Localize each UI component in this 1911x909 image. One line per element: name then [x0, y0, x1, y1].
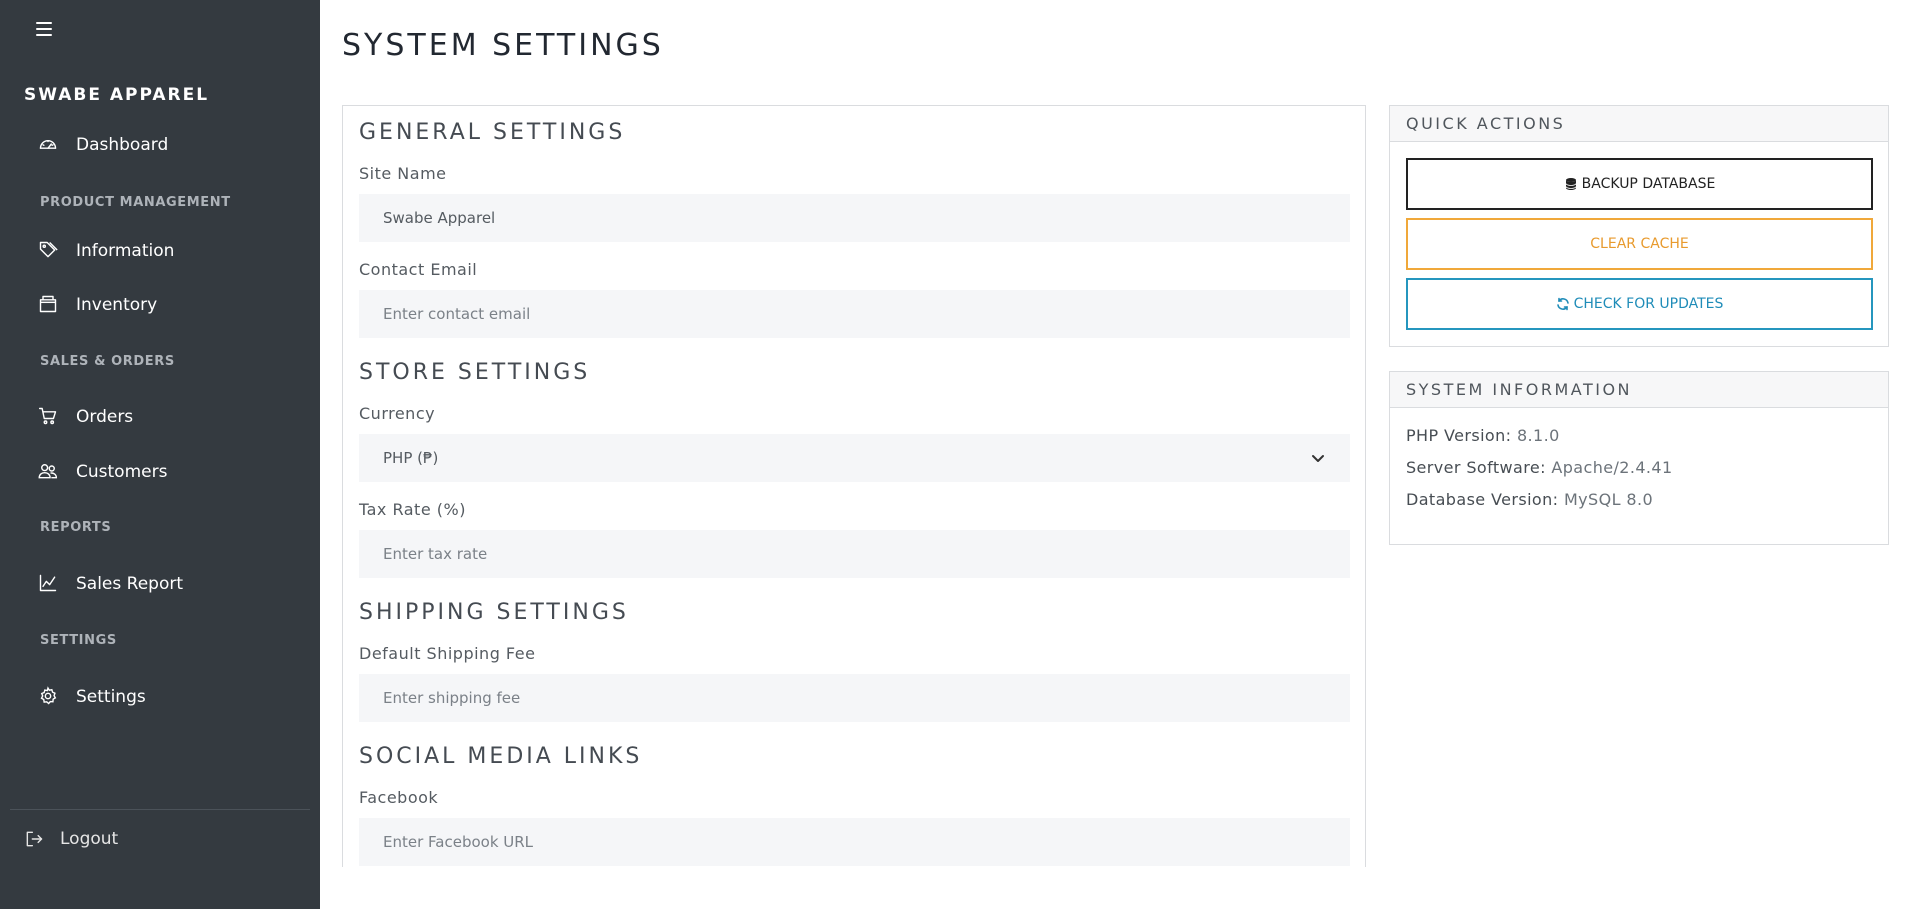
- people-icon: [38, 461, 60, 483]
- contact-email-label: Contact Email: [359, 260, 478, 279]
- backup-database-label: BACKUP DATABASE: [1581, 176, 1716, 192]
- sidebar-item-dashboard[interactable]: Dashboard: [38, 134, 168, 156]
- sidebar-item-sales-report[interactable]: Sales Report: [38, 573, 183, 595]
- php-version-label: PHP Version:: [1406, 426, 1512, 445]
- database-version-value: MySQL 8.0: [1563, 490, 1654, 509]
- logout-button[interactable]: Logout: [24, 829, 118, 849]
- site-name-label: Site Name: [359, 164, 447, 183]
- tax-rate-label: Tax Rate (%): [359, 500, 466, 519]
- section-sales-orders: SALES & ORDERS: [40, 354, 175, 369]
- shipping-settings-title: SHIPPING SETTINGS: [359, 600, 629, 625]
- currency-label: Currency: [359, 404, 436, 423]
- sidebar-item-settings[interactable]: Settings: [38, 686, 146, 708]
- box-icon: [38, 294, 60, 316]
- graph-icon: [38, 573, 60, 595]
- database-icon: [1564, 177, 1578, 191]
- tax-rate-input[interactable]: [359, 530, 1350, 578]
- currency-select[interactable]: PHP (₱): [359, 434, 1350, 482]
- sidebar-item-label: Customers: [76, 462, 168, 482]
- clear-cache-label: CLEAR CACHE: [1590, 236, 1689, 252]
- sidebar-item-inventory[interactable]: Inventory: [38, 294, 157, 316]
- speedometer-icon: [38, 134, 60, 156]
- sidebar-item-label: Sales Report: [76, 574, 184, 594]
- site-name-input[interactable]: [359, 194, 1350, 242]
- backup-database-button[interactable]: BACKUP DATABASE: [1406, 158, 1873, 210]
- system-information-title: SYSTEM INFORMATION: [1390, 372, 1888, 408]
- logout-label: Logout: [60, 829, 119, 849]
- store-settings-title: STORE SETTINGS: [359, 360, 591, 385]
- sidebar-item-information[interactable]: Information: [38, 240, 174, 262]
- sidebar-item-label: Orders: [76, 407, 134, 427]
- shipping-fee-label: Default Shipping Fee: [359, 644, 536, 663]
- cart-icon: [38, 406, 60, 428]
- server-software-row: Server Software: Apache/2.4.41: [1406, 458, 1872, 477]
- shipping-fee-input[interactable]: [359, 674, 1350, 722]
- sidebar-item-label: Inventory: [76, 295, 158, 315]
- brand-name: SWABE APPAREL: [24, 85, 210, 105]
- gear-icon: [38, 686, 60, 708]
- tags-icon: [38, 240, 60, 262]
- sidebar-item-orders[interactable]: Orders: [38, 406, 133, 428]
- check-updates-button[interactable]: CHECK FOR UPDATES: [1406, 278, 1873, 330]
- php-version-row: PHP Version: 8.1.0: [1406, 426, 1872, 445]
- database-version-label: Database Version:: [1406, 490, 1559, 509]
- sidebar: SWABE APPAREL Dashboard PRODUCT MANAGEME…: [0, 0, 320, 909]
- clear-cache-button[interactable]: CLEAR CACHE: [1406, 218, 1873, 270]
- page-title: SYSTEM SETTINGS: [342, 28, 664, 63]
- system-information-card: SYSTEM INFORMATION PHP Version: 8.1.0 Se…: [1389, 371, 1889, 545]
- app-root: SWABE APPAREL Dashboard PRODUCT MANAGEME…: [0, 0, 1911, 909]
- server-software-value: Apache/2.4.41: [1551, 458, 1673, 477]
- chevron-down-icon: [1310, 450, 1326, 466]
- hamburger-menu-icon[interactable]: [36, 22, 52, 36]
- sidebar-item-label: Information: [76, 241, 175, 261]
- php-version-value: 8.1.0: [1516, 426, 1560, 445]
- section-product-management: PRODUCT MANAGEMENT: [40, 195, 231, 210]
- general-settings-title: GENERAL SETTINGS: [359, 120, 626, 145]
- sidebar-item-label: Settings: [76, 687, 146, 707]
- sidebar-item-customers[interactable]: Customers: [38, 461, 167, 483]
- check-updates-label: CHECK FOR UPDATES: [1573, 296, 1724, 312]
- facebook-label: Facebook: [359, 788, 439, 807]
- social-media-title: SOCIAL MEDIA LINKS: [359, 744, 643, 769]
- section-settings: SETTINGS: [40, 633, 117, 648]
- quick-actions-title: QUICK ACTIONS: [1390, 106, 1888, 142]
- facebook-url-input[interactable]: [359, 818, 1350, 866]
- main-content: SYSTEM SETTINGS GENERAL SETTINGS Site Na…: [320, 0, 1911, 909]
- sidebar-item-label: Dashboard: [76, 135, 169, 155]
- sidebar-divider: [10, 809, 310, 810]
- refresh-icon: [1556, 297, 1570, 311]
- database-version-row: Database Version: MySQL 8.0: [1406, 490, 1872, 509]
- quick-actions-card: QUICK ACTIONS BACKUP DATABASE CLEAR CACH…: [1389, 105, 1889, 347]
- logout-icon: [24, 829, 44, 849]
- contact-email-input[interactable]: [359, 290, 1350, 338]
- server-software-label: Server Software:: [1406, 458, 1546, 477]
- currency-selected-value: PHP (₱): [383, 449, 439, 467]
- section-reports: REPORTS: [40, 520, 112, 535]
- settings-form-panel: GENERAL SETTINGS Site Name Contact Email…: [342, 105, 1366, 867]
